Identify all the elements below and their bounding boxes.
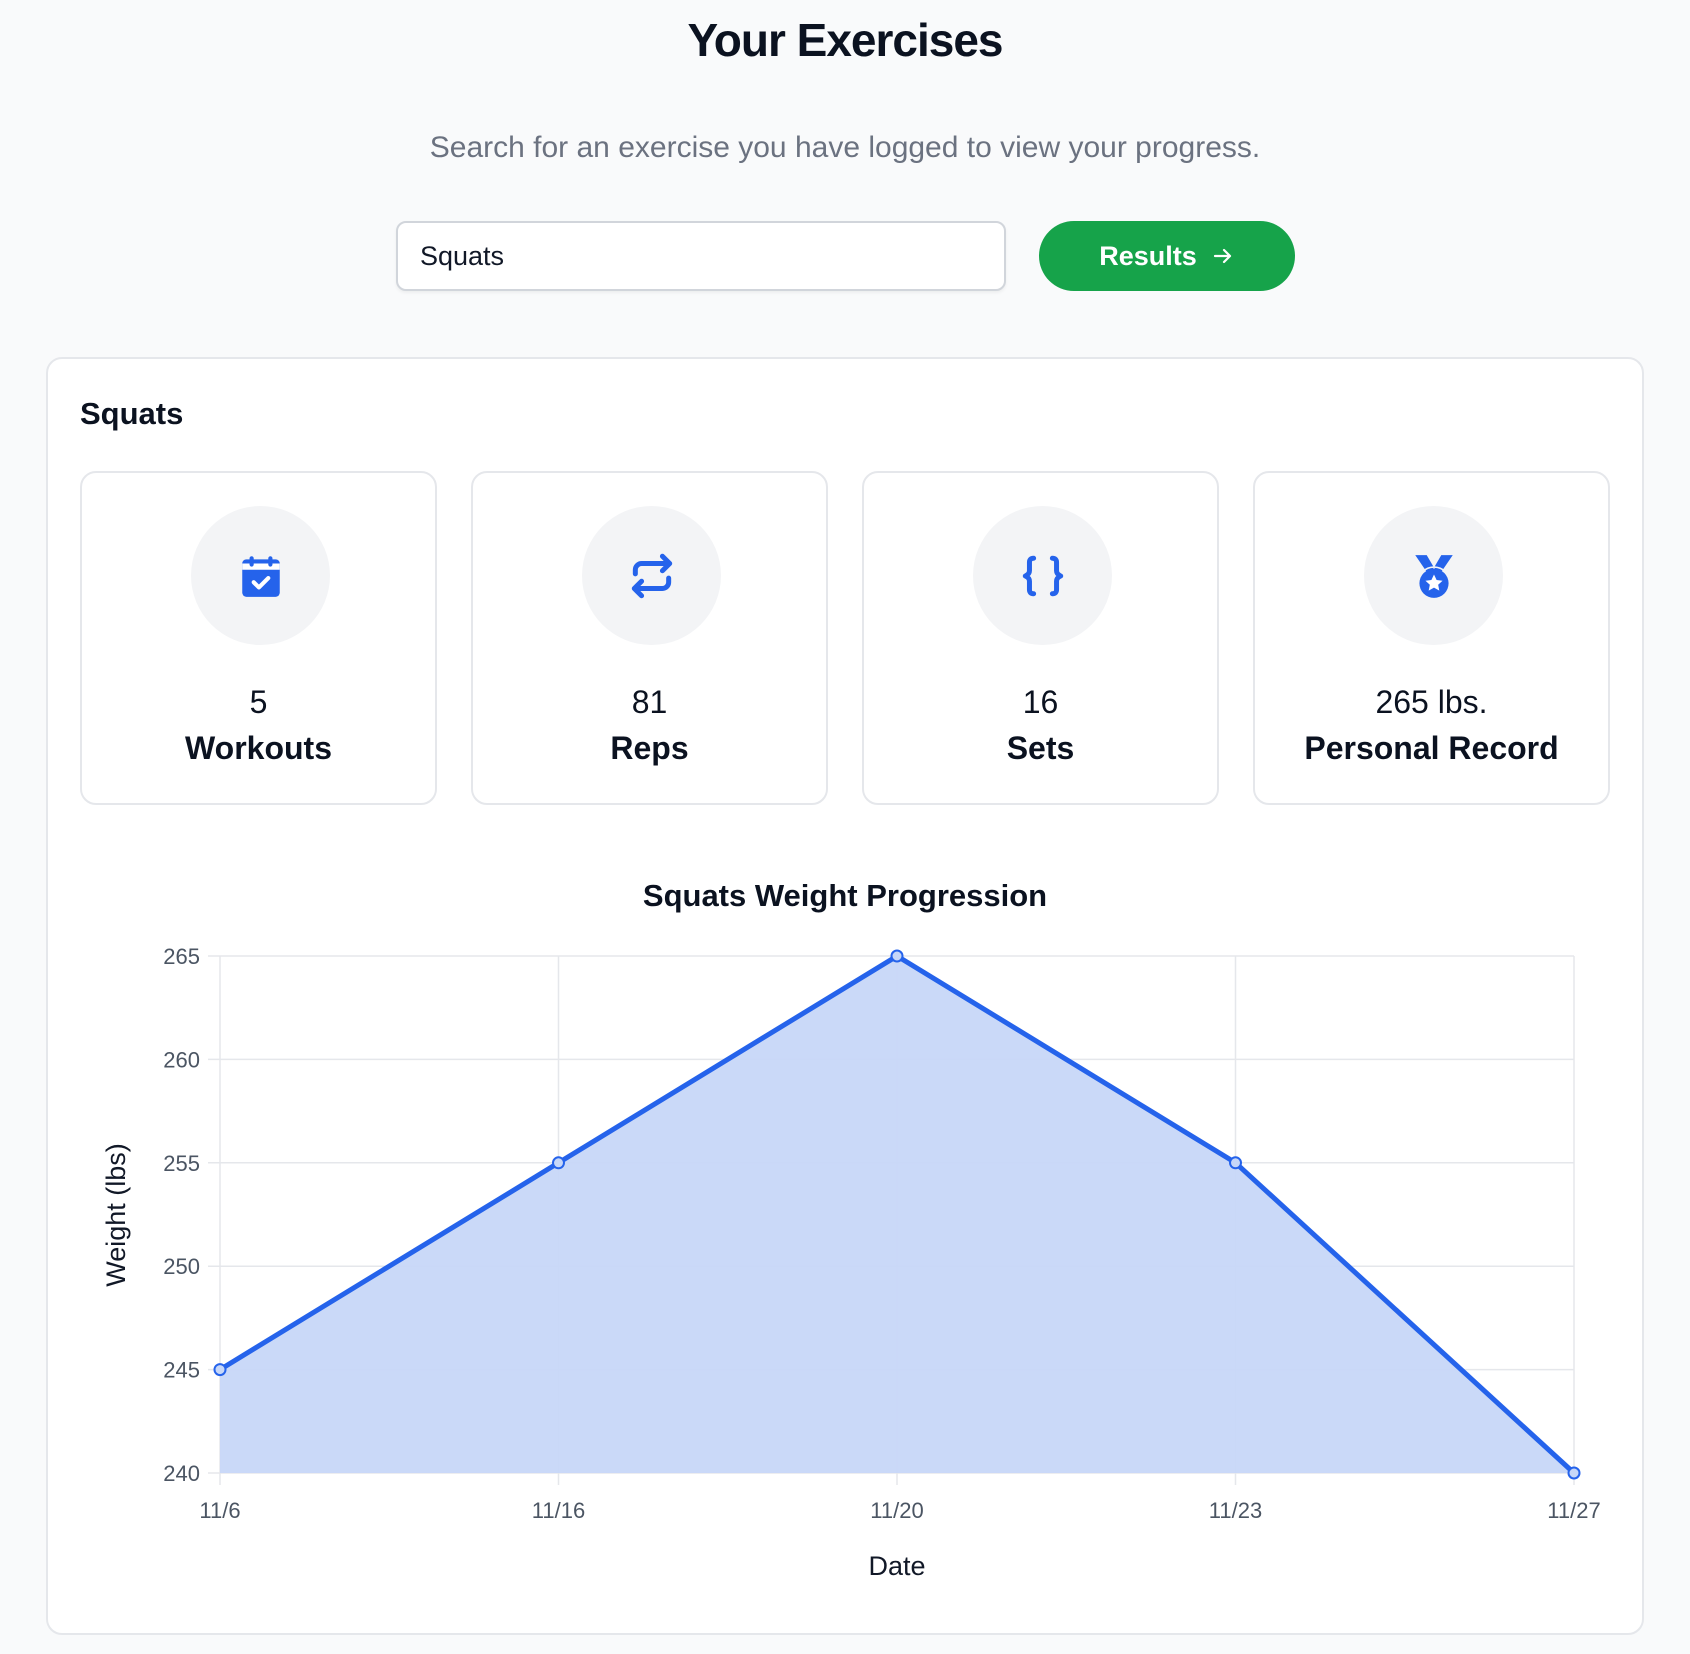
results-button-label: Results — [1099, 240, 1197, 271]
exercise-name-heading: Squats — [80, 396, 184, 431]
stat-card-workouts: 5 Workouts — [80, 471, 437, 805]
arrow-right-icon — [1213, 248, 1231, 264]
stat-label: Personal Record — [1304, 730, 1559, 766]
stat-icon-badge — [973, 506, 1112, 645]
stat-card-sets: 16 Sets — [862, 471, 1219, 805]
stat-value: 5 — [249, 684, 268, 720]
stat-icon-badge — [582, 506, 721, 645]
results-button[interactable]: Results — [1039, 221, 1295, 291]
braces-icon — [1022, 555, 1063, 596]
stat-icon-badge — [1364, 506, 1503, 645]
stat-value: 81 — [631, 684, 668, 720]
stat-value: 265 lbs. — [1375, 684, 1488, 720]
repeat-icon — [631, 553, 672, 598]
stat-label: Sets — [1006, 730, 1075, 766]
exercise-search-input[interactable] — [396, 221, 1006, 291]
chart-title: Squats Weight Progression — [642, 878, 1048, 913]
stat-icon-badge — [191, 506, 330, 645]
stat-label: Reps — [610, 730, 689, 766]
page-title: Your Exercises — [687, 14, 1003, 66]
stat-card-reps: 81 Reps — [471, 471, 828, 805]
stat-value: 16 — [1022, 684, 1059, 720]
medal-icon — [1414, 554, 1453, 600]
page-subtitle: Search for an exercise you have logged t… — [429, 131, 1261, 164]
stat-label: Workouts — [185, 730, 332, 766]
calendar-check-icon — [241, 555, 280, 597]
stat-card-personal-record: 265 lbs. Personal Record — [1253, 471, 1610, 805]
